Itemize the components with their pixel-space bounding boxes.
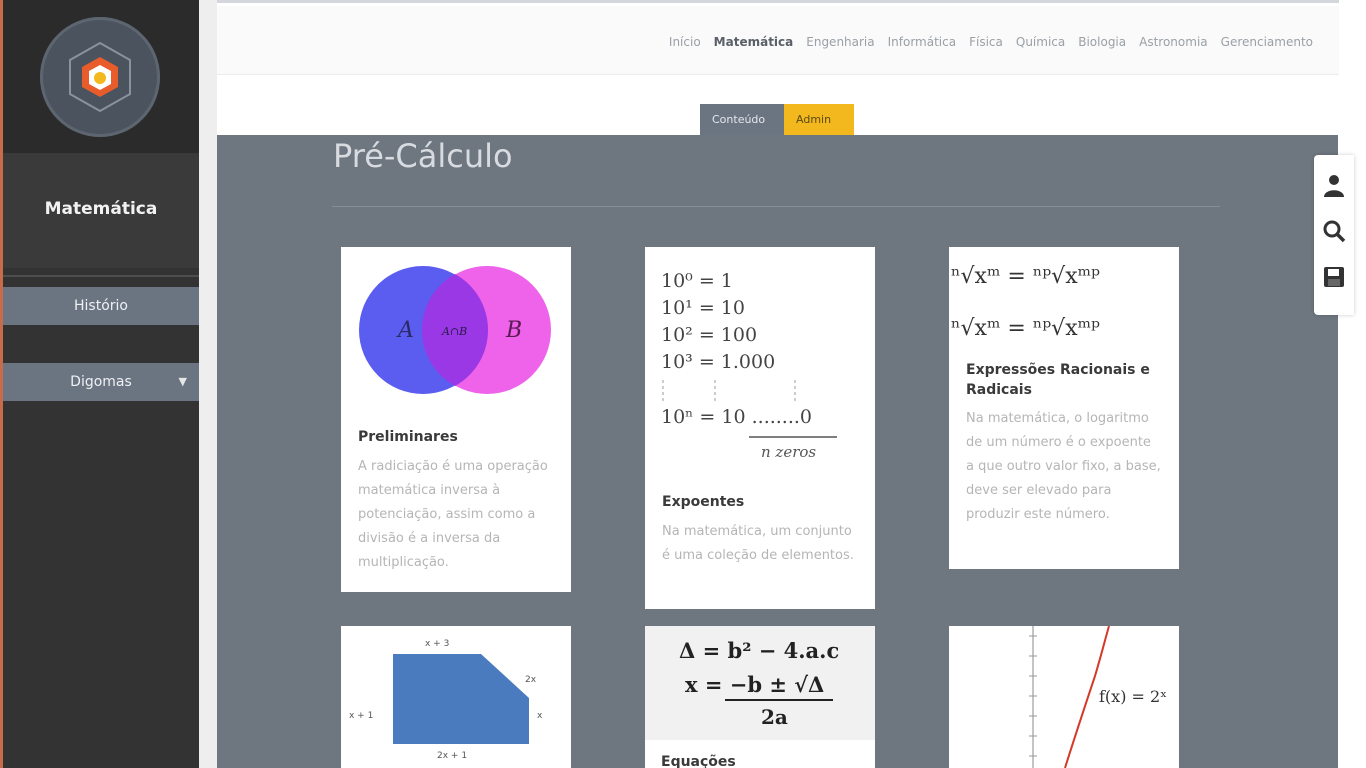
formula-delta: Δ = b² − 4.a.c [679,638,839,663]
card-preliminares[interactable]: A A∩B B Preliminares A radiciação é uma … [341,247,571,592]
radicals-image: ⁿ√xᵐ = ⁿᵖ√xᵐᵖ ⁿ√xᵐ = ⁿᵖ√xᵐᵖ [951,264,1100,341]
radical-row: ⁿ√xᵐ = ⁿᵖ√xᵐᵖ [951,264,1100,289]
nav-links: Início Matemática Engenharia Informática… [669,35,1313,49]
card-expoentes[interactable]: 10⁰ = 1 10¹ = 10 10² = 100 10³ = 1.000 1… [645,247,875,609]
user-icon[interactable] [1322,173,1346,197]
venn-diagram-image: A A∩B B [359,266,551,394]
power-line: 10³ = 1.000 [661,351,775,373]
exponential-graph-image: f(x) = 2ˣ [1029,626,1167,768]
top-nav: Início Matemática Engenharia Informática… [217,6,1339,75]
top-border [217,0,1339,3]
nav-link-engenharia[interactable]: Engenharia [806,35,874,49]
card-polygon[interactable]: x + 3 x + 1 2x x 2x + 1 [341,626,571,768]
sidebar-dropdown-label: Digomas [70,374,132,390]
polygon-label: x + 1 [349,711,373,721]
search-icon[interactable] [1322,219,1346,243]
nav-link-astronomia[interactable]: Astronomia [1139,35,1208,49]
card-funcoes[interactable]: f(x) = 2ˣ [949,626,1179,768]
function-label: f(x) = 2ˣ [1099,687,1167,706]
card-description: Na matemática, um conjunto é uma coleção… [662,524,854,563]
logo[interactable] [40,17,160,137]
subject-panel: Matemática [3,153,199,268]
main-panel: Pré-Cálculo A A∩B B Preliminares A radic… [217,135,1338,768]
subject-title: Matemática [44,199,158,219]
sidebar-history-button[interactable]: Histório [3,287,199,325]
card-title: Equações [661,754,736,768]
floating-toolbar [1314,155,1354,315]
polygon-label: x [537,711,543,721]
polygon-area-image: x + 3 x + 1 2x x 2x + 1 [349,639,543,761]
venn-label-b: B [505,318,522,343]
venn-label-ab: A∩B [441,325,467,338]
polygon-label: 2x [525,675,537,685]
sidebar: Matemática Histório Digomas ▼ [3,0,199,768]
card-title: Preliminares [358,429,458,445]
sidebar-history-label: Histório [74,298,128,314]
polygon-label: 2x + 1 [437,751,467,761]
card-title: Expressões Racionais e Radicais [966,362,1150,398]
card-title: Expoentes [662,494,745,510]
logo-area [3,0,199,153]
polygon-label: x + 3 [425,639,449,649]
content-gutter [199,0,217,768]
radical-row: ⁿ√xᵐ = ⁿᵖ√xᵐᵖ [951,316,1100,341]
sidebar-divider [3,275,199,277]
quadratic-formula-image: Δ = b² − 4.a.c x = −b ± √Δ 2a Equações [645,626,875,768]
card-expressoes[interactable]: ⁿ√xᵐ = ⁿᵖ√xᵐᵖ ⁿ√xᵐ = ⁿᵖ√xᵐᵖ Expressões R… [949,247,1179,569]
tab-admin[interactable]: Admin [784,104,854,136]
card-description: Na matemática, o logaritmo de um número … [966,411,1161,522]
chevron-down-icon: ▼ [178,375,187,388]
nav-link-informatica[interactable]: Informática [888,35,956,49]
tab-content[interactable]: Conteúdo [700,104,784,136]
powers-of-ten-image: 10⁰ = 1 10¹ = 10 10² = 100 10³ = 1.000 1… [661,270,837,461]
logo-hex-icon [69,41,131,113]
page-title: Pré-Cálculo [333,137,513,175]
nav-link-quimica[interactable]: Química [1016,35,1065,49]
formula-denominator: 2a [761,705,788,729]
zeros-label: n zeros [761,443,816,461]
save-icon[interactable] [1322,265,1346,289]
nav-link-gerenciamento[interactable]: Gerenciamento [1221,35,1313,49]
content-tabs: Conteúdo Admin [700,104,854,136]
nav-link-matematica[interactable]: Matemática [714,35,794,49]
power-line: 10ⁿ = 10 ........0 [661,406,812,428]
card-description: A radiciação é uma operação matemática i… [358,459,548,570]
formula-x: x = −b ± √Δ [685,672,824,697]
power-line: 10¹ = 10 [661,297,745,319]
power-line: 10² = 100 [661,324,757,346]
sidebar-dropdown-button[interactable]: Digomas ▼ [3,363,199,401]
power-line: 10⁰ = 1 [661,270,733,292]
nav-link-fisica[interactable]: Física [969,35,1003,49]
card-equacoes[interactable]: Δ = b² − 4.a.c x = −b ± √Δ 2a Equações [645,626,875,768]
title-divider [332,206,1220,207]
nav-link-biologia[interactable]: Biologia [1078,35,1126,49]
venn-label-a: A [396,318,414,343]
nav-link-inicio[interactable]: Início [669,35,701,49]
